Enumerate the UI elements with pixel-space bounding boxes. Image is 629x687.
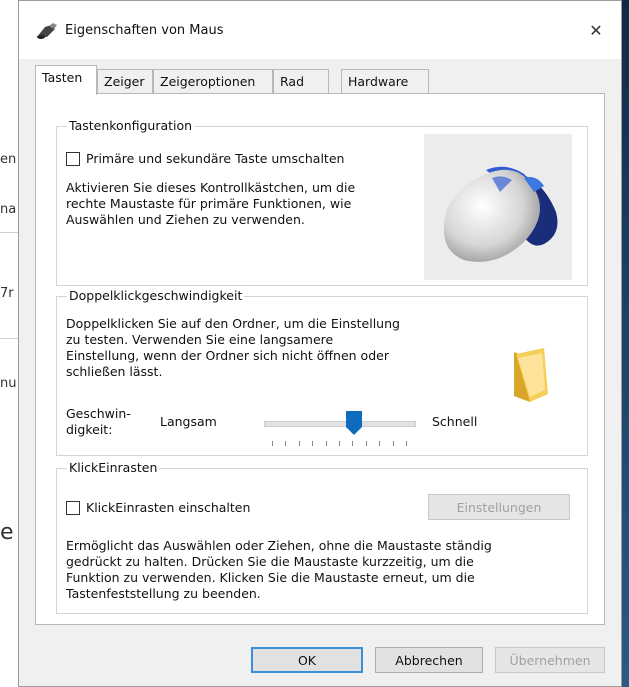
swap-buttons-checkbox[interactable] bbox=[66, 152, 80, 166]
group-title: Tastenkonfiguration bbox=[67, 118, 195, 133]
tab-zeiger[interactable]: Zeiger bbox=[97, 69, 153, 93]
swap-buttons-label: Primäre und sekundäre Taste umschalten bbox=[86, 151, 345, 166]
slider-tick bbox=[406, 441, 407, 446]
description-line: Tastenfeststellung zu beenden. bbox=[66, 586, 261, 601]
description-line: gedrückt zu halten. Drücken Sie die Maus… bbox=[66, 554, 474, 569]
slider-tick bbox=[339, 441, 340, 446]
slider-tick bbox=[379, 441, 381, 446]
close-icon: ✕ bbox=[589, 20, 603, 40]
slider-tick bbox=[365, 441, 367, 446]
background-text: na bbox=[0, 202, 17, 217]
apply-button[interactable]: Übernehmen bbox=[495, 647, 605, 673]
background-text: nu bbox=[0, 376, 17, 391]
tab-panel: Tastenkonfiguration Primäre und sekundär… bbox=[35, 93, 605, 625]
slider-tick bbox=[285, 441, 287, 446]
description-line: Ermöglicht das Auswählen oder Ziehen, oh… bbox=[66, 538, 492, 553]
slider-tick bbox=[312, 441, 314, 446]
cancel-button[interactable]: Abbrechen bbox=[375, 647, 483, 673]
title-bar[interactable]: Eigenschaften von Maus ✕ bbox=[19, 1, 621, 59]
description-line: schließen lässt. bbox=[66, 364, 163, 379]
mouse-properties-dialog: Eigenschaften von Maus ✕ Tasten Zeiger Z… bbox=[18, 0, 622, 687]
description-line: Funktion zu verwenden. Klicken Sie die M… bbox=[66, 570, 475, 585]
background-text: 7r bbox=[0, 286, 14, 301]
slider-tick bbox=[272, 441, 273, 446]
group-title: Doppelklickgeschwindigkeit bbox=[67, 288, 245, 303]
tab-zeigeroptionen[interactable]: Zeigeroptionen bbox=[153, 69, 273, 93]
folder-icon[interactable] bbox=[504, 344, 556, 404]
description-line: Doppelklicken Sie auf den Ordner, um die… bbox=[66, 316, 400, 331]
background-text: en bbox=[0, 152, 17, 167]
ok-button[interactable]: OK bbox=[251, 647, 363, 673]
slow-label: Langsam bbox=[160, 414, 217, 429]
slider-tick bbox=[298, 441, 300, 446]
description-line: Aktivieren Sie dieses Kontrollkästchen, … bbox=[66, 180, 356, 195]
slider-tick bbox=[352, 441, 354, 446]
description-line: zu testen. Verwenden Sie eine langsamere bbox=[66, 332, 334, 347]
background-text: e bbox=[0, 520, 14, 545]
click-lock-checkbox[interactable] bbox=[66, 501, 80, 515]
slider-thumb[interactable] bbox=[346, 411, 362, 435]
tab-tasten[interactable]: Tasten bbox=[35, 65, 97, 95]
double-click-speed-slider[interactable] bbox=[264, 421, 416, 427]
slider-tick bbox=[325, 441, 327, 446]
speed-label: digkeit: bbox=[66, 422, 113, 437]
tab-hardware[interactable]: Hardware bbox=[341, 69, 429, 93]
close-button[interactable]: ✕ bbox=[581, 15, 611, 45]
description-line: Einstellung, wenn der Ordner sich nicht … bbox=[66, 348, 389, 363]
slider-tick bbox=[392, 441, 394, 446]
group-title: KlickEinrasten bbox=[67, 460, 160, 475]
mouse-illustration-frame bbox=[424, 134, 572, 280]
click-lock-settings-button[interactable]: Einstellungen bbox=[428, 494, 570, 520]
description-line: Auswählen und Ziehen zu verwenden. bbox=[66, 212, 305, 227]
window-title: Eigenschaften von Maus bbox=[65, 23, 224, 38]
click-lock-label: KlickEinrasten einschalten bbox=[86, 500, 251, 515]
mouse-icon bbox=[443, 166, 558, 262]
fast-label: Schnell bbox=[432, 414, 478, 429]
tab-rad[interactable]: Rad bbox=[273, 69, 329, 93]
speed-label: Geschwin- bbox=[66, 406, 131, 421]
description-line: rechte Maustaste für primäre Funktionen,… bbox=[66, 196, 352, 211]
mouse-properties-icon bbox=[37, 23, 57, 39]
